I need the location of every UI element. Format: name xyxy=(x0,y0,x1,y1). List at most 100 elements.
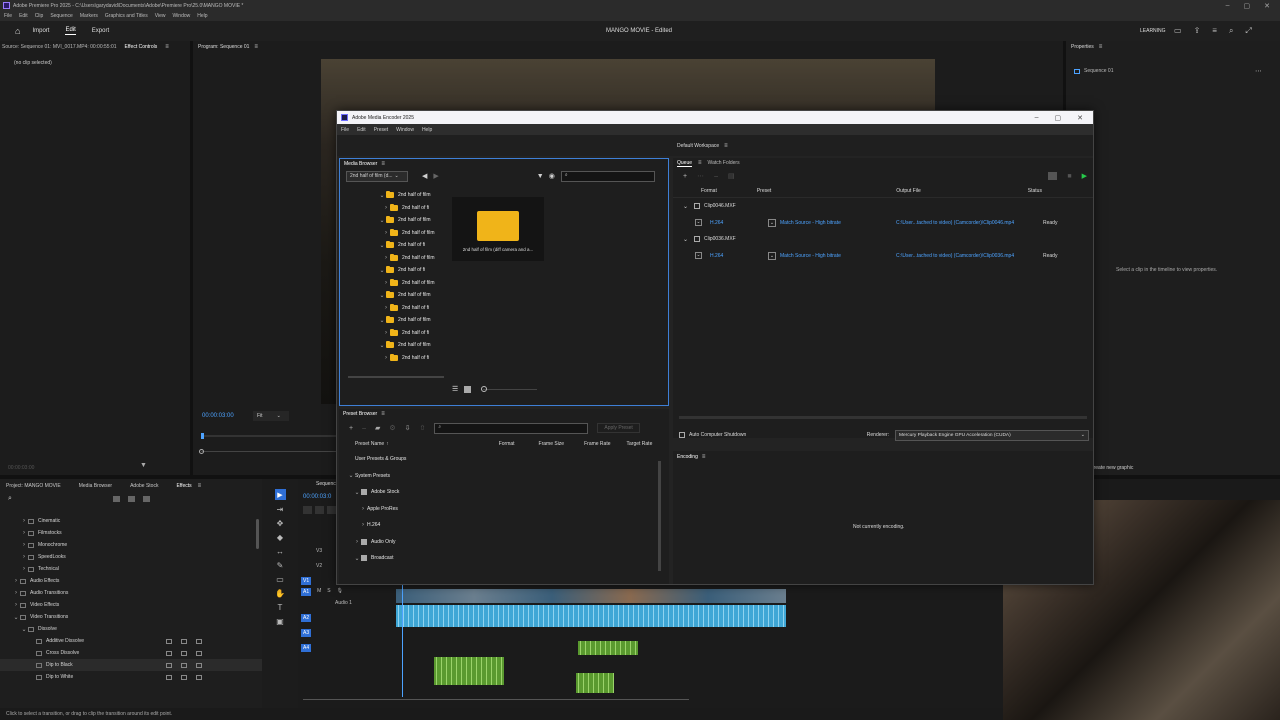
nav-import[interactable]: Import xyxy=(32,28,49,34)
32bit-effects-icon[interactable] xyxy=(128,495,135,502)
encoder-menu-edit[interactable]: Edit xyxy=(357,127,366,133)
track-select-icon[interactable]: ⇥ xyxy=(277,505,284,514)
effect-controls-tab[interactable]: Effect Controls xyxy=(125,44,158,50)
media-tree-item[interactable]: ⌄ 2nd half of film xyxy=(348,289,444,302)
chevron-right-icon[interactable]: › xyxy=(382,280,390,286)
encoder-close-icon[interactable]: ✕ xyxy=(1077,114,1083,122)
queue-preset[interactable]: Match Source - High bitrate xyxy=(780,253,896,259)
ripple-edit-icon[interactable]: ✥ xyxy=(277,519,284,528)
location-dropdown[interactable]: 2nd half of film (d... ⌄ xyxy=(346,170,408,182)
col-preset-name[interactable]: Preset Name xyxy=(355,441,384,447)
preset-tree-item[interactable]: › Apple ProRes xyxy=(347,501,669,518)
timeline-zoom-bar[interactable] xyxy=(303,699,689,700)
filter-media-icon[interactable]: ▼ xyxy=(537,173,544,180)
menu-clip[interactable]: Clip xyxy=(35,13,44,19)
menu-sequence[interactable]: Sequence xyxy=(50,13,73,19)
queue-format[interactable]: H.264 xyxy=(710,220,768,226)
encoder-menu-file[interactable]: File xyxy=(341,127,349,133)
track-v3[interactable]: V3 xyxy=(316,548,322,554)
timeline-timecode[interactable]: 00:00:03:0 xyxy=(303,494,331,500)
tab-media-browser[interactable]: Media Browser xyxy=(79,483,112,489)
col-output[interactable]: Output File xyxy=(896,188,920,194)
home-icon[interactable]: ⌂ xyxy=(15,26,20,36)
timeline-playhead[interactable] xyxy=(402,579,403,697)
queue-output[interactable]: C:\User...tached to video) (Camcorder)\C… xyxy=(896,220,1039,226)
back-arrow-icon[interactable]: ◀ xyxy=(422,172,427,180)
tab-adobe-stock[interactable]: Adobe Stock xyxy=(130,483,158,489)
chevron-right-icon[interactable]: › xyxy=(382,230,390,236)
accelerated-effects-icon[interactable] xyxy=(113,495,120,502)
chevron-right-icon[interactable]: › xyxy=(382,255,390,261)
more-icon[interactable]: ⋯ xyxy=(1255,67,1262,75)
export-preset-icon[interactable]: ⇧ xyxy=(420,424,426,432)
chevron-right-icon[interactable]: › xyxy=(382,305,390,311)
effects-item[interactable]: Dip to White xyxy=(0,671,262,683)
stop-queue-icon[interactable]: ■ xyxy=(1067,173,1071,180)
media-browser-tab[interactable]: Media Browser xyxy=(344,161,377,167)
media-tree-item[interactable]: ⌄ 2nd half of fi xyxy=(348,264,444,277)
mic-icon[interactable]: 🎙 xyxy=(337,588,343,596)
track-a3[interactable]: A3 xyxy=(301,628,312,637)
chevron-down-icon[interactable]: ⌄ xyxy=(378,342,386,349)
type-icon[interactable]: T xyxy=(278,603,283,612)
audio-clip-a3-1[interactable] xyxy=(434,657,504,685)
duplicate-icon[interactable]: ▤ xyxy=(728,172,735,180)
queue-preset[interactable]: Match Source - High bitrate xyxy=(780,220,896,226)
maximize-icon[interactable]: ▢ xyxy=(1244,2,1251,10)
chevron-down-icon[interactable]: ⌄ xyxy=(683,203,688,210)
menu-graphics[interactable]: Graphics and Titles xyxy=(105,13,148,19)
output-checkbox[interactable]: ⌄ xyxy=(695,252,702,259)
col-preset[interactable]: Preset xyxy=(757,188,771,194)
media-tree-item[interactable]: › 2nd half of fi xyxy=(348,202,444,215)
thumbnail-size-slider[interactable] xyxy=(481,385,538,392)
view-eye-icon[interactable]: ◉ xyxy=(549,172,555,180)
menu-lines-icon[interactable]: ≡ xyxy=(1212,26,1217,36)
workspace-label[interactable]: Default Workspace xyxy=(677,143,719,149)
queue-tab[interactable]: Queue xyxy=(677,160,693,167)
queue-format[interactable]: H.264 xyxy=(710,253,768,259)
workspace-menu-icon[interactable]: ≡ xyxy=(724,143,728,149)
effects-item[interactable]: Cross Dissolve xyxy=(0,647,262,659)
apply-preset-button[interactable]: Apply Preset xyxy=(597,423,640,433)
effects-item[interactable]: › Video Effects xyxy=(0,599,262,611)
snap-icon[interactable] xyxy=(303,506,312,514)
create-graphic-label[interactable]: Create new graphic xyxy=(1090,465,1133,471)
source-tab[interactable]: Source: Sequence 01: MVI_0017.MP4: 00:00… xyxy=(2,44,117,50)
chevron-down-icon[interactable]: ⌄ xyxy=(683,236,688,243)
encoder-maximize-icon[interactable]: ▢ xyxy=(1055,114,1062,122)
settings-icon[interactable]: ⋯ xyxy=(697,172,704,180)
media-tree-scrollbar[interactable] xyxy=(348,376,444,378)
media-tree-item[interactable]: › 2nd half of fi xyxy=(348,302,444,315)
folder-thumbnail[interactable]: 2nd half of film (diff camera and a... xyxy=(452,197,544,261)
remove-preset-icon[interactable]: – xyxy=(362,425,366,432)
preset-scrollbar[interactable] xyxy=(658,461,661,571)
audio-clip-a4[interactable] xyxy=(576,673,614,693)
queue-source-row[interactable]: ⌄ Clip0046.MXF xyxy=(673,198,1093,214)
fit-dropdown[interactable]: Fit ⌄ xyxy=(253,411,289,421)
queue-output[interactable]: C:\User...tached to video) (Camcorder)\C… xyxy=(896,253,1039,259)
encoding-menu-icon[interactable]: ≡ xyxy=(702,454,706,460)
menu-window[interactable]: Window xyxy=(172,13,190,19)
audio-clip-a2[interactable] xyxy=(578,641,638,655)
tab-effects[interactable]: Effects xyxy=(176,483,191,489)
remove-icon[interactable]: – xyxy=(714,173,718,180)
effects-item[interactable]: › Monochrome xyxy=(0,539,262,551)
chevron-right-icon[interactable]: › xyxy=(382,330,390,336)
encoder-minimize-icon[interactable]: – xyxy=(1035,114,1039,122)
chevron-right-icon[interactable]: › xyxy=(382,355,390,361)
add-marker-icon[interactable] xyxy=(327,506,336,514)
encoding-tab[interactable]: Encoding xyxy=(677,454,698,460)
razor-icon[interactable]: ◆ xyxy=(277,533,283,542)
filter-icon[interactable]: ▼ xyxy=(140,462,147,469)
output-checkbox[interactable]: ⌄ xyxy=(695,219,702,226)
media-tree-item[interactable]: ⌄ 2nd half of film xyxy=(348,214,444,227)
track-a2[interactable]: A2 xyxy=(301,613,312,622)
encoder-menu-help[interactable]: Help xyxy=(422,127,432,133)
track-a4[interactable]: A4 xyxy=(301,643,312,652)
renderer-dropdown[interactable]: Mercury Playback Engine GPU Acceleration… xyxy=(895,429,1089,441)
zoom-handle[interactable] xyxy=(199,449,204,454)
preset-browser-tab[interactable]: Preset Browser xyxy=(343,411,377,417)
learning-button[interactable]: LEARNING xyxy=(1140,28,1166,34)
media-search-input[interactable]: ⌕ xyxy=(560,170,655,182)
list-view-icon[interactable]: ☰ xyxy=(452,385,458,393)
